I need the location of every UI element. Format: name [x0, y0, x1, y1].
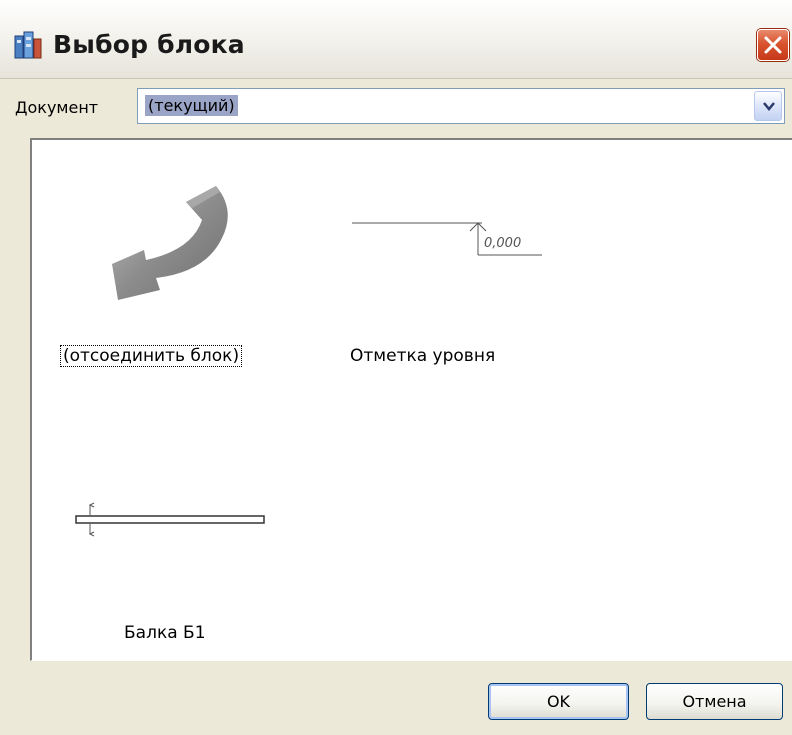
title-bar[interactable]: Выбор блока: [0, 0, 792, 79]
document-select-value: (текущий): [145, 95, 238, 116]
block-label-beam: Балка Б1: [124, 623, 206, 643]
block-selection-dialog: Выбор блока Документ (текущий) (отсоедин…: [0, 0, 792, 735]
block-item-level-mark[interactable]: 0,000 Отметка уровня: [312, 140, 572, 385]
block-label-level-mark: Отметка уровня: [350, 346, 496, 366]
ok-button[interactable]: OK: [488, 683, 629, 720]
level-mark-preview: [352, 222, 542, 256]
close-icon: [764, 36, 782, 54]
window-title: Выбор блока: [53, 30, 245, 59]
detach-block-arrow-icon: [112, 186, 228, 300]
block-item-detach[interactable]: (отсоединить блок): [32, 140, 292, 385]
app-block-icon: [13, 30, 43, 60]
chevron-down-icon: [763, 102, 775, 111]
block-label-detach: (отсоединить блок): [60, 345, 243, 367]
dropdown-button[interactable]: [754, 91, 782, 121]
cancel-button[interactable]: Отмена: [646, 683, 783, 720]
beam-preview: [75, 502, 265, 537]
level-mark-value: 0,000: [484, 236, 522, 251]
block-item-beam[interactable]: Балка Б1: [32, 440, 292, 660]
blocks-list[interactable]: (отсоединить блок) 0,000 Отметка уровня …: [30, 138, 792, 661]
document-label: Документ: [15, 98, 99, 117]
document-select[interactable]: (текущий): [137, 88, 785, 124]
close-button[interactable]: [757, 29, 789, 61]
